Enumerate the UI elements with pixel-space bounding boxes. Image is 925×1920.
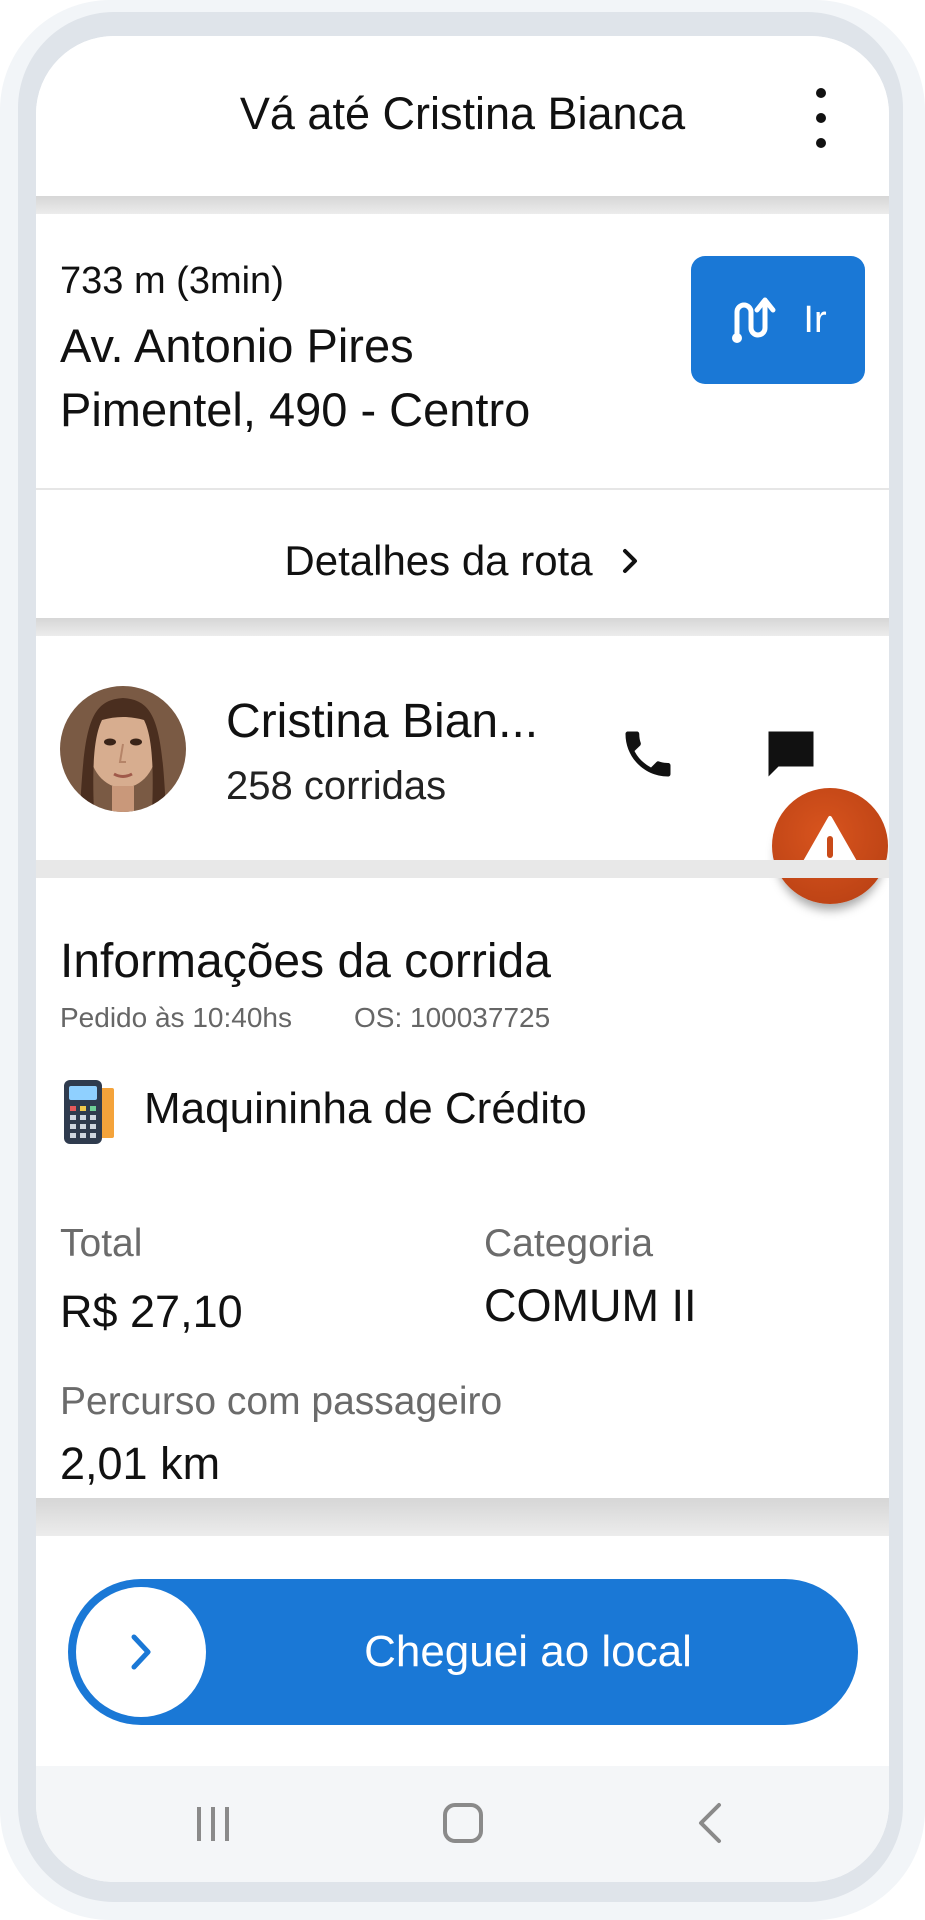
app-screen: Vá até Cristina Bianca 733 m (3min) Av. … [36,36,889,1882]
total-value: R$ 27,10 [60,1286,243,1337]
passenger-rides-count: 258 corridas [226,764,447,808]
ride-info-title: Informações da corrida [60,935,551,988]
passenger-name: Cristina Bian... [226,695,539,748]
home-icon[interactable] [428,1788,498,1858]
section-separator [36,860,889,878]
divider [36,488,889,490]
payment-method: Maquininha de Crédito [144,1084,587,1133]
chat-icon[interactable] [761,724,821,784]
route-distance-time: 733 m (3min) [60,260,284,302]
avatar [60,686,186,812]
order-time: Pedido às 10:40hs [60,1002,292,1033]
order-number: OS: 100037725 [354,1002,551,1033]
top-app-bar: Vá até Cristina Bianca [36,36,889,196]
address-line-1: Av. Antonio Pires [60,319,414,372]
section-separator [36,1498,889,1536]
route-details-link[interactable]: Detalhes da rota [36,526,889,596]
total-label: Total [60,1222,143,1265]
card-machine-icon [62,1078,118,1146]
route-icon [732,297,776,343]
category-label: Categoria [484,1222,654,1265]
category-value: COMUM II [484,1280,697,1331]
arrived-slide-button[interactable]: Cheguei ao local [68,1579,858,1725]
go-navigate-button[interactable]: Ir [691,256,865,384]
emergency-alert-button[interactable] [772,788,888,904]
go-button-label: Ir [803,298,827,341]
back-icon[interactable] [676,1788,746,1858]
distance-value: 2,01 km [60,1438,221,1489]
section-separator [36,196,889,214]
system-navigation-bar [36,1766,889,1882]
chevron-right-icon [622,549,637,573]
phone-icon[interactable] [618,724,678,784]
address-line-2: Pimentel, 490 - Centro [60,383,531,436]
distance-label: Percurso com passageiro [60,1380,503,1423]
section-separator [36,618,889,636]
chevron-right-icon [131,1634,151,1670]
route-details-label: Detalhes da rota [284,537,593,584]
page-title: Vá até Cristina Bianca [239,88,686,139]
slide-handle[interactable] [76,1587,206,1717]
destination-address: Av. Antonio Pires Pimentel, 490 - Centro [60,314,620,442]
recent-apps-icon[interactable] [178,1788,248,1858]
slide-label: Cheguei ao local [364,1627,692,1676]
more-vertical-icon[interactable] [806,88,836,148]
